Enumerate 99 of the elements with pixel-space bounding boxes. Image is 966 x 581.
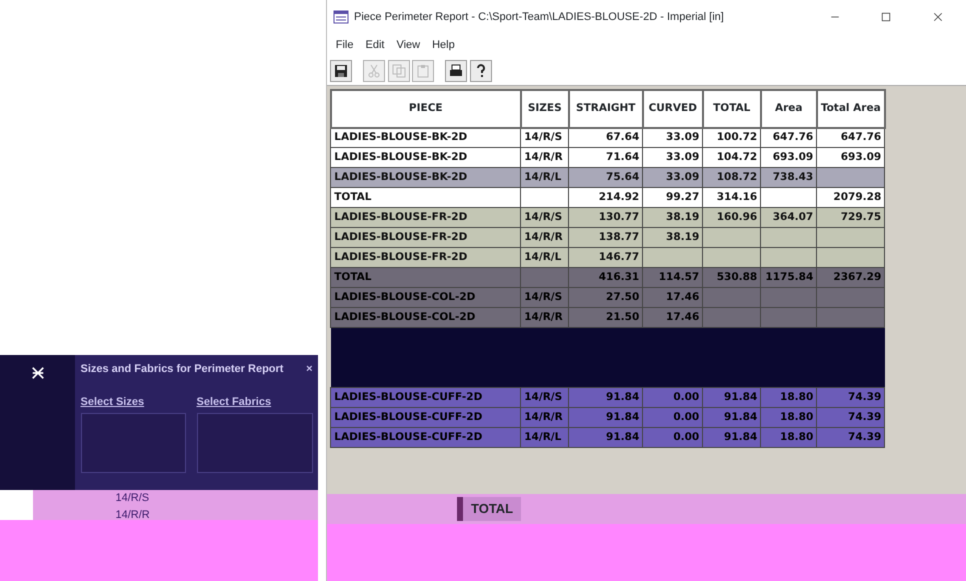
printer-icon [448,62,464,78]
table-cell: 91.84 [702,388,761,408]
menu-item[interactable]: View [390,36,426,54]
table-cell: 530.88 [702,268,761,288]
close-button[interactable]: × [306,360,312,377]
column-header: Area [760,90,817,128]
table-cell: 2079.28 [816,188,885,208]
size-item[interactable]: 14/R/S [99,490,318,506]
table-cell: 114.57 [642,268,703,288]
table-cell: 130.77 [568,208,643,228]
table-cell: LADIES-BLOUSE-FR-2D [330,208,521,228]
maximize-icon[interactable] [880,10,892,23]
sizes-label: Select Sizes [80,394,146,410]
column-header: PIECE [330,90,521,128]
table-cell: 38.19 [642,228,703,248]
table-cell: LADIES-BLOUSE-COL-2D [330,288,521,308]
table-cell: LADIES-BLOUSE-FR-2D [330,228,521,248]
clipboard-icon [415,62,432,78]
table-cell: 14/R/L [520,428,569,448]
close-icon[interactable] [932,10,944,23]
table-cell: 14/R/S [520,288,569,308]
printer-button[interactable] [445,60,468,82]
table-cell: 14/R/L [520,168,569,188]
table-cell: 104.72 [702,148,761,168]
table-cell: 17.46 [642,308,703,328]
table-cell: LADIES-BLOUSE-CUFF-2D [330,428,521,448]
table-cell: LADIES-BLOUSE-FR-2D [330,248,521,268]
table-cell: 14/R/R [520,408,569,428]
table-cell: 74.39 [816,428,885,448]
table-cell: 0.00 [642,408,703,428]
column-header: Total Area [816,90,885,128]
table-cell: 108.72 [702,168,761,188]
column-header: TOTAL [702,90,761,128]
table-cell: 138.77 [568,228,643,248]
window-title: Piece Perimeter Report - C:\Sport-Team\LADIES-BLOUSE-2D - Imperial [in] [354,10,725,25]
table-cell: 74.39 [816,388,885,408]
table-cell: 14/R/S [520,388,569,408]
table-cell: LADIES-BLOUSE-COL-2D [330,308,521,328]
help-button[interactable] [470,60,492,82]
table-cell: 364.07 [760,208,817,228]
table-cell: 2367.29 [816,268,885,288]
table-cell: 99.27 [642,188,703,208]
table-cell: 33.09 [642,168,703,188]
column-header: SIZES [520,90,569,128]
fabrics-label: Select Fabrics [196,394,272,410]
table-cell: 91.84 [568,408,643,428]
report-icon [332,9,348,25]
dialog-title: Sizes and Fabrics for Perimeter Report [80,362,284,376]
menu-item[interactable]: Edit [359,36,390,54]
checkered-icon [30,366,44,380]
table-cell: 693.09 [760,148,817,168]
table-cell: 314.16 [702,188,761,208]
menu-item[interactable]: Help [426,36,461,54]
table-cell: LADIES-BLOUSE-CUFF-2D [330,388,521,408]
table-cell: 27.50 [568,288,643,308]
table-cell: 74.39 [816,408,885,428]
column-header: CURVED [642,90,703,128]
table-cell: 91.84 [702,428,761,448]
table-cell: 214.92 [568,188,643,208]
save-icon [332,62,349,78]
table-cell: 14/R/S [520,208,569,228]
table-cell: LADIES-BLOUSE-BK-2D [330,128,521,148]
table-cell: 1175.84 [760,268,817,288]
table-cell: LADIES-BLOUSE-BK-2D [330,168,521,188]
column-header: STRAIGHT [568,90,643,128]
table-cell: 38.19 [642,208,703,228]
table-cell: 14/R/R [520,148,569,168]
table-cell: 738.43 [760,168,817,188]
table-cell: 71.64 [568,148,643,168]
scissors-icon [366,62,382,78]
table-cell: LADIES-BLOUSE-CUFF-2D [330,408,521,428]
table-cell: 14/R/R [520,228,569,248]
menu-item[interactable]: File [330,36,360,54]
size-item[interactable]: 14/R/R [99,506,318,523]
table-cell: 146.77 [568,248,643,268]
table-cell: 91.84 [568,388,643,408]
table-cell: 91.84 [568,428,643,448]
table-cell: TOTAL [330,188,521,208]
table-cell: 14/R/L [520,248,569,268]
table-cell: 91.84 [702,408,761,428]
table-cell: 693.09 [816,148,885,168]
copy-icon [390,62,406,78]
table-cell: 21.50 [568,308,643,328]
table-cell: 75.64 [568,168,643,188]
table-cell: 33.09 [642,148,703,168]
table-cell: 17.46 [642,288,703,308]
table-cell: 18.80 [760,428,817,448]
table-cell: 0.00 [642,428,703,448]
table-cell: 0.00 [642,388,703,408]
table-cell: 18.80 [760,408,817,428]
table-cell: 729.75 [816,208,885,228]
save-button[interactable] [330,60,352,82]
table-cell: TOTAL [330,268,521,288]
table-cell: 416.31 [568,268,643,288]
table-cell: LADIES-BLOUSE-BK-2D [330,148,521,168]
table-cell: 160.96 [702,208,761,228]
table-cell: 14/R/R [520,308,569,328]
total-label: TOTAL [457,497,522,521]
table-cell: 18.80 [760,388,817,408]
